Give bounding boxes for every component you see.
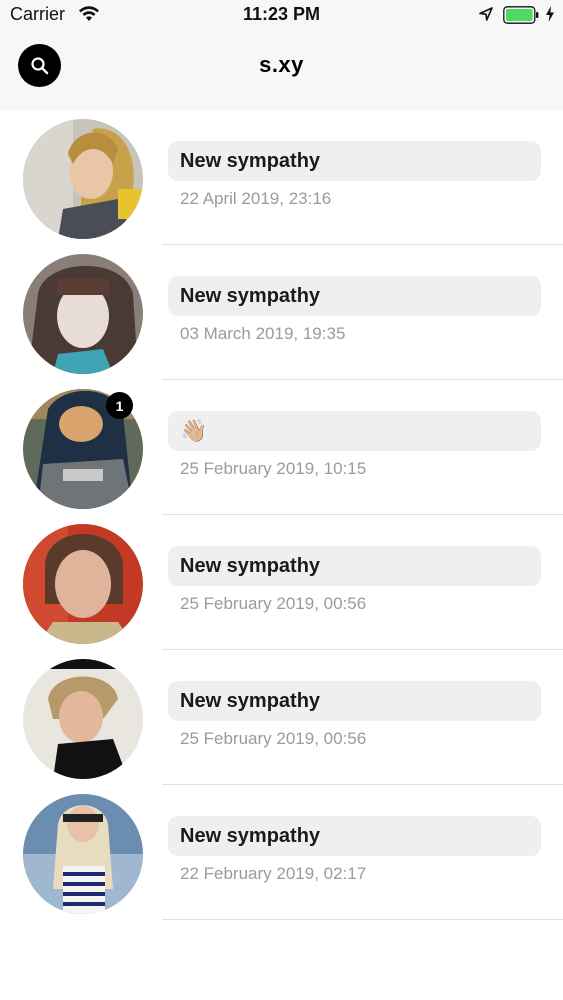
avatar[interactable]	[23, 659, 143, 779]
preview-text: New sympathy	[180, 284, 321, 307]
avatar[interactable]	[23, 794, 143, 914]
avatar[interactable]	[23, 119, 143, 239]
divider	[162, 919, 563, 920]
page-title: s.xy	[259, 52, 304, 77]
message-preview: New sympathy	[168, 816, 541, 856]
bolt-icon	[546, 6, 554, 22]
timestamp: 03 March 2019, 19:35	[180, 324, 346, 343]
chat-list: New sympathy 22 April 2019, 23:16 New sy…	[0, 110, 563, 920]
chat-row[interactable]: New sympathy 22 February 2019, 02:17	[0, 785, 563, 920]
chat-row[interactable]: New sympathy 03 March 2019, 19:35	[0, 245, 563, 380]
avatar[interactable]	[23, 254, 143, 374]
timestamp: 25 February 2019, 00:56	[180, 594, 367, 613]
message-preview: New sympathy	[168, 276, 541, 316]
timestamp: 25 February 2019, 00:56	[180, 729, 367, 748]
battery-icon	[503, 6, 539, 24]
chat-row[interactable]: New sympathy 25 February 2019, 00:56	[0, 650, 563, 785]
status-bar: Carrier 11:23 PM	[0, 0, 563, 32]
timestamp: 22 February 2019, 02:17	[180, 864, 367, 883]
message-preview: New sympathy	[168, 546, 541, 586]
message-preview: 👋🏼	[168, 411, 541, 451]
preview-text: New sympathy	[180, 149, 321, 172]
chat-row[interactable]: New sympathy 22 April 2019, 23:16	[0, 110, 563, 245]
message-preview: New sympathy	[168, 681, 541, 721]
chat-row[interactable]: New sympathy 25 February 2019, 00:56	[0, 515, 563, 650]
preview-text: New sympathy	[180, 554, 321, 577]
preview-text: New sympathy	[180, 689, 321, 712]
message-preview: New sympathy	[168, 141, 541, 181]
nav-bar: s.xy	[0, 32, 563, 110]
avatar[interactable]	[23, 524, 143, 644]
timestamp: 22 April 2019, 23:16	[180, 189, 332, 208]
waving-hand-emoji: 👋🏼	[180, 418, 208, 443]
unread-badge: 1	[106, 392, 133, 419]
chat-row[interactable]: 1 👋🏼 25 February 2019, 10:15	[0, 380, 563, 515]
location-arrow-icon	[479, 7, 493, 21]
preview-text: New sympathy	[180, 824, 321, 847]
timestamp: 25 February 2019, 10:15	[180, 459, 367, 478]
